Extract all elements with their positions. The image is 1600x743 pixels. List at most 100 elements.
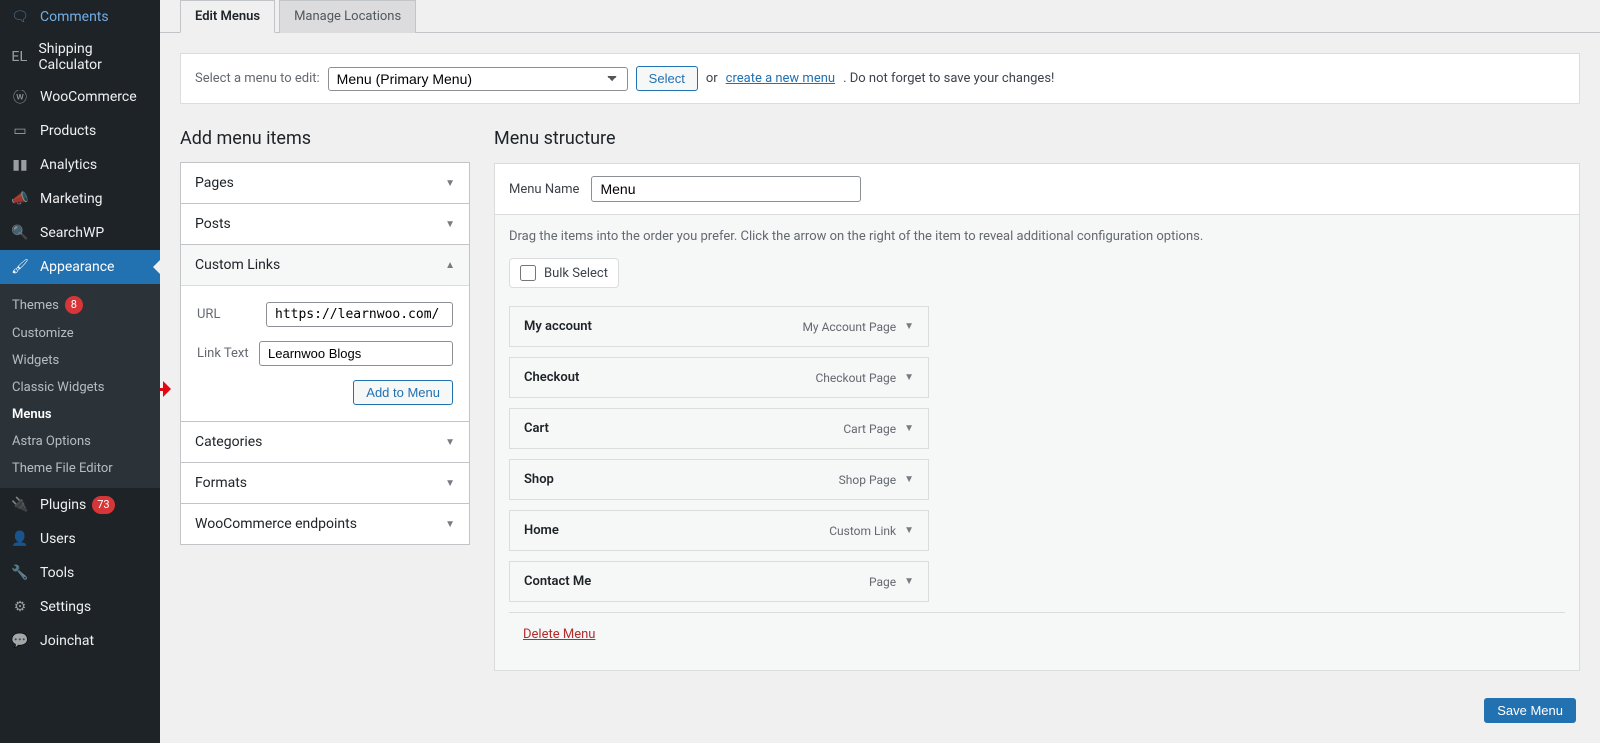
accordion-formats[interactable]: Formats▼ [180, 462, 470, 504]
archive-icon: ▭ [10, 121, 30, 141]
delete-menu-link[interactable]: Delete Menu [523, 627, 595, 642]
sidebar-item-products[interactable]: ▭Products [0, 114, 160, 148]
accordion-pages[interactable]: Pages▼ [180, 162, 470, 204]
save-menu-button[interactable]: Save Menu [1484, 698, 1576, 723]
chevron-down-icon: ▼ [445, 178, 455, 189]
main-content: Edit Menus Manage Locations Select a men… [160, 0, 1600, 743]
menu-item-title: Checkout [524, 370, 579, 385]
plugins-badge: 73 [92, 496, 114, 514]
sidebar-item-comments[interactable]: 🗨Comments [0, 0, 160, 34]
sidebar-item-tools[interactable]: 🔧Tools [0, 556, 160, 590]
accordion-woocommerce-endpoints[interactable]: WooCommerce endpoints▼ [180, 503, 470, 545]
menu-item[interactable]: Cart Cart Page ▼ [509, 408, 929, 449]
sidebar-item-settings[interactable]: ⚙Settings [0, 590, 160, 624]
or-text: or [706, 71, 718, 86]
chevron-down-icon: ▼ [445, 437, 455, 448]
bulk-select[interactable]: Bulk Select [509, 258, 619, 288]
menu-structure-panel: Menu Name Drag the items into the order … [494, 163, 1580, 671]
select-button[interactable]: Select [636, 66, 698, 91]
sidebar-item-appearance[interactable]: 🖌Appearance [0, 250, 160, 284]
chevron-down-icon: ▼ [445, 519, 455, 530]
menu-item[interactable]: Home Custom Link ▼ [509, 510, 929, 551]
add-menu-items-title: Add menu items [180, 128, 470, 149]
menu-item-title: My account [524, 319, 592, 334]
menu-item-title: Shop [524, 472, 554, 487]
tab-edit-menus[interactable]: Edit Menus [180, 0, 275, 33]
select-menu-label: Select a menu to edit: [195, 71, 320, 86]
menu-select[interactable]: Menu (Primary Menu) [328, 67, 628, 91]
wrench-icon: 🔧 [10, 563, 30, 583]
select-tail-text: . Do not forget to save your changes! [843, 71, 1054, 86]
chevron-down-icon[interactable]: ▼ [904, 321, 914, 332]
woocommerce-icon: ⓦ [10, 87, 30, 107]
chevron-down-icon[interactable]: ▼ [904, 423, 914, 434]
submenu-menus[interactable]: Menus [0, 401, 160, 428]
chat-icon: 💬 [10, 631, 30, 651]
nav-tabs: Edit Menus Manage Locations [160, 0, 1600, 33]
accordion-custom-links-header[interactable]: Custom Links▲ [181, 245, 469, 285]
accordion-posts[interactable]: Posts▼ [180, 203, 470, 245]
tab-manage-locations[interactable]: Manage Locations [279, 0, 416, 33]
add-menu-items-column: Add menu items Pages▼ Posts▼ Custom Link… [180, 128, 470, 671]
chart-icon: ▮▮ [10, 155, 30, 175]
sidebar-item-marketing[interactable]: 📣Marketing [0, 182, 160, 216]
chevron-down-icon[interactable]: ▼ [904, 372, 914, 383]
menu-item-type: Shop Page ▼ [839, 473, 914, 487]
sliders-icon: ⚙ [10, 597, 30, 617]
comment-icon: 🗨 [10, 7, 30, 27]
search-icon: 🔍 [10, 223, 30, 243]
sidebar-item-users[interactable]: 👤Users [0, 522, 160, 556]
themes-badge: 8 [65, 296, 83, 314]
link-text-label: Link Text [197, 346, 259, 361]
sidebar-item-shipping-calculator[interactable]: EⅬShipping Calculator [0, 34, 160, 80]
chevron-down-icon[interactable]: ▼ [904, 474, 914, 485]
menu-item[interactable]: Contact Me Page ▼ [509, 561, 929, 602]
annotation-arrow [160, 384, 187, 394]
menu-structure-title: Menu structure [494, 128, 1580, 149]
brush-icon: 🖌 [10, 257, 30, 277]
menu-item[interactable]: Checkout Checkout Page ▼ [509, 357, 929, 398]
chevron-down-icon[interactable]: ▼ [904, 576, 914, 587]
menu-item-type: Custom Link ▼ [829, 524, 914, 538]
submenu-theme-file-editor[interactable]: Theme File Editor [0, 455, 160, 482]
sidebar-item-analytics[interactable]: ▮▮Analytics [0, 148, 160, 182]
link-text-input[interactable] [259, 341, 453, 366]
create-new-menu-link[interactable]: create a new menu [726, 71, 835, 86]
submenu-classic-widgets[interactable]: Classic Widgets [0, 374, 160, 401]
menu-item[interactable]: Shop Shop Page ▼ [509, 459, 929, 500]
accordion-categories[interactable]: Categories▼ [180, 421, 470, 463]
menu-name-input[interactable] [591, 176, 861, 202]
calculator-icon: EⅬ [10, 47, 28, 67]
menu-item-type: Cart Page ▼ [843, 422, 914, 436]
submenu-widgets[interactable]: Widgets [0, 347, 160, 374]
accordion-custom-links: Custom Links▲ URL Link Text Add to Me [180, 244, 470, 422]
sidebar-item-searchwp[interactable]: 🔍SearchWP [0, 216, 160, 250]
plugin-icon: 🔌 [10, 495, 30, 515]
menu-item[interactable]: My account My Account Page ▼ [509, 306, 929, 347]
admin-sidebar: 🗨Comments EⅬShipping Calculator ⓦWooComm… [0, 0, 160, 743]
megaphone-icon: 📣 [10, 189, 30, 209]
submenu-astra-options[interactable]: Astra Options [0, 428, 160, 455]
menu-item-title: Contact Me [524, 574, 591, 589]
sidebar-item-woocommerce[interactable]: ⓦWooCommerce [0, 80, 160, 114]
submenu-themes[interactable]: Themes8 [0, 290, 160, 320]
sidebar-item-joinchat[interactable]: 💬Joinchat [0, 624, 160, 658]
menu-structure-column: Menu structure Menu Name Drag the items … [494, 128, 1580, 671]
sidebar-item-plugins[interactable]: 🔌Plugins73 [0, 488, 160, 522]
menu-item-type: Checkout Page ▼ [815, 371, 914, 385]
chevron-down-icon: ▼ [445, 478, 455, 489]
appearance-submenu: Themes8 Customize Widgets Classic Widget… [0, 284, 160, 488]
menu-item-title: Cart [524, 421, 549, 436]
menu-select-bar: Select a menu to edit: Menu (Primary Men… [180, 53, 1580, 104]
bulk-select-checkbox[interactable] [520, 265, 536, 281]
menu-item-title: Home [524, 523, 559, 538]
menu-item-type: My Account Page ▼ [802, 320, 914, 334]
menu-item-type: Page ▼ [869, 575, 914, 589]
menu-name-label: Menu Name [509, 182, 579, 197]
chevron-down-icon: ▼ [445, 219, 455, 230]
chevron-down-icon[interactable]: ▼ [904, 525, 914, 536]
url-input[interactable] [266, 302, 453, 327]
add-to-menu-button[interactable]: Add to Menu [353, 380, 453, 405]
submenu-customize[interactable]: Customize [0, 320, 160, 347]
chevron-up-icon: ▲ [445, 260, 455, 271]
